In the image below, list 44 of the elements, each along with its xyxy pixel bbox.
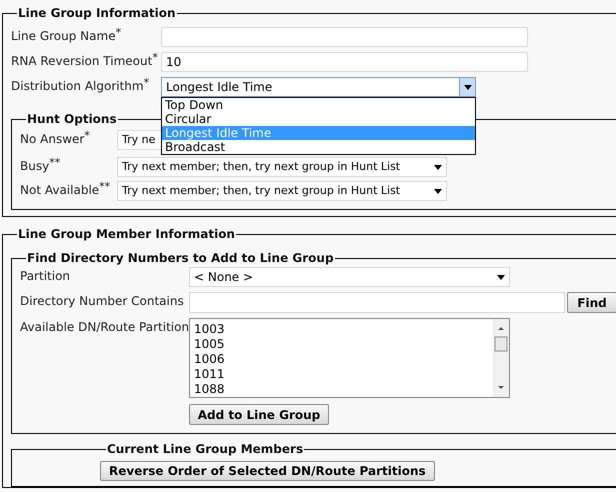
section-title: Current Line Group Members bbox=[106, 441, 304, 458]
list-item[interactable]: 1006 bbox=[194, 352, 225, 367]
dropdown-value: Try next member; then, try next group in Hunt List bbox=[122, 158, 400, 175]
section-title: Hunt Options bbox=[26, 111, 118, 128]
section-title: Find Directory Numbers to Add to Line Group bbox=[26, 250, 335, 267]
field-label: Directory Number Contains bbox=[20, 293, 185, 310]
field-label: Distribution Algorithm* bbox=[11, 77, 150, 95]
list-item[interactable]: 1003 bbox=[194, 322, 225, 337]
text-field[interactable] bbox=[161, 27, 528, 47]
dropdown-field[interactable]: Longest Idle Time bbox=[161, 77, 476, 97]
list-item[interactable]: 1088 bbox=[194, 382, 225, 397]
caret-icon bbox=[464, 84, 472, 90]
dropdown-field[interactable]: Try next member; then, try next group in Hunt List bbox=[117, 181, 447, 201]
field-label: Line Group Name* bbox=[11, 27, 122, 45]
dropdown-field[interactable]: Try next member; then, try next group in Hunt List bbox=[117, 157, 447, 177]
reverse-order-button[interactable]: Reverse Order of Selected DN/Route Partitions bbox=[100, 461, 435, 481]
dropdown-option[interactable]: Top Down bbox=[162, 98, 475, 112]
dropdown-field[interactable]: < None > bbox=[189, 267, 510, 287]
list-box[interactable]: 1003 1005 1006 1011 1088 bbox=[189, 318, 510, 398]
field-label: Partition bbox=[20, 268, 72, 285]
dropdown-value: Longest Idle Time bbox=[166, 79, 272, 96]
caret-icon bbox=[497, 274, 505, 280]
section-title: Line Group Member Information bbox=[17, 226, 236, 243]
field-label: Busy** bbox=[20, 157, 62, 175]
field-label: RNA Reversion Timeout* bbox=[11, 52, 159, 70]
dropdown-button[interactable] bbox=[459, 78, 475, 96]
dropdown-option[interactable]: Broadcast bbox=[162, 140, 475, 154]
caret-icon bbox=[434, 164, 442, 170]
text-field[interactable]: 10 bbox=[161, 52, 528, 72]
field-label: Available DN/Route Partition bbox=[20, 319, 189, 336]
dropdown-value: < None > bbox=[194, 269, 254, 286]
section-title: Line Group Information bbox=[17, 5, 177, 22]
dropdown-option[interactable]: Circular bbox=[162, 112, 475, 126]
find-button[interactable]: Find bbox=[567, 292, 616, 313]
field-label: No Answer* bbox=[20, 130, 91, 148]
field-label: Not Available** bbox=[20, 181, 112, 199]
list-item[interactable]: 1005 bbox=[194, 337, 225, 352]
caret-icon bbox=[434, 188, 442, 194]
dropdown-value: Try next member; then, try next group in Hunt List bbox=[122, 182, 400, 199]
list-item[interactable]: 1011 bbox=[194, 367, 225, 382]
text-field[interactable] bbox=[189, 292, 565, 313]
add-to-line-group-button[interactable]: Add to Line Group bbox=[189, 404, 329, 425]
scrollbar-drawing[interactable] bbox=[493, 319, 509, 397]
dropdown-value: Try ne bbox=[122, 132, 156, 148]
